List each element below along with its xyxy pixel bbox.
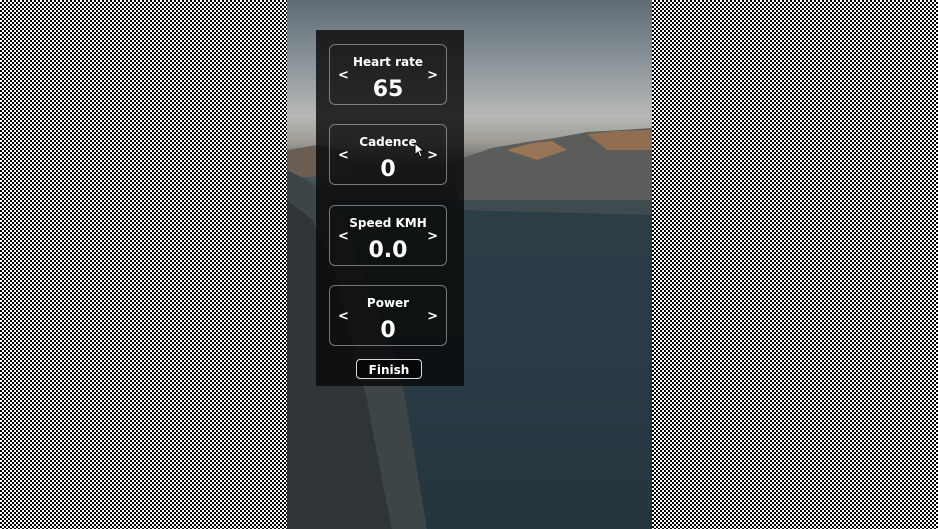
- heart-rate-label: Heart rate: [352, 55, 423, 69]
- metrics-panel: Heart rate < > 65 Cadence < > 0 Speed KM…: [316, 30, 464, 386]
- speed-value: 0.0: [368, 238, 408, 263]
- power-label: Power: [366, 296, 410, 310]
- speed-card: Speed KMH < > 0.0: [329, 205, 447, 266]
- heart-rate-card: Heart rate < > 65: [329, 44, 447, 105]
- speed-label: Speed KMH: [349, 216, 427, 230]
- finish-button[interactable]: Finish: [356, 359, 422, 379]
- heart-rate-value: 65: [372, 77, 404, 102]
- mouse-cursor-icon: [414, 142, 426, 158]
- cadence-label: Cadence: [359, 135, 417, 149]
- cadence-card: Cadence < > 0: [329, 124, 447, 185]
- power-card: Power < > 0: [329, 285, 447, 346]
- cadence-value: 0: [380, 157, 396, 182]
- power-value: 0: [380, 318, 396, 343]
